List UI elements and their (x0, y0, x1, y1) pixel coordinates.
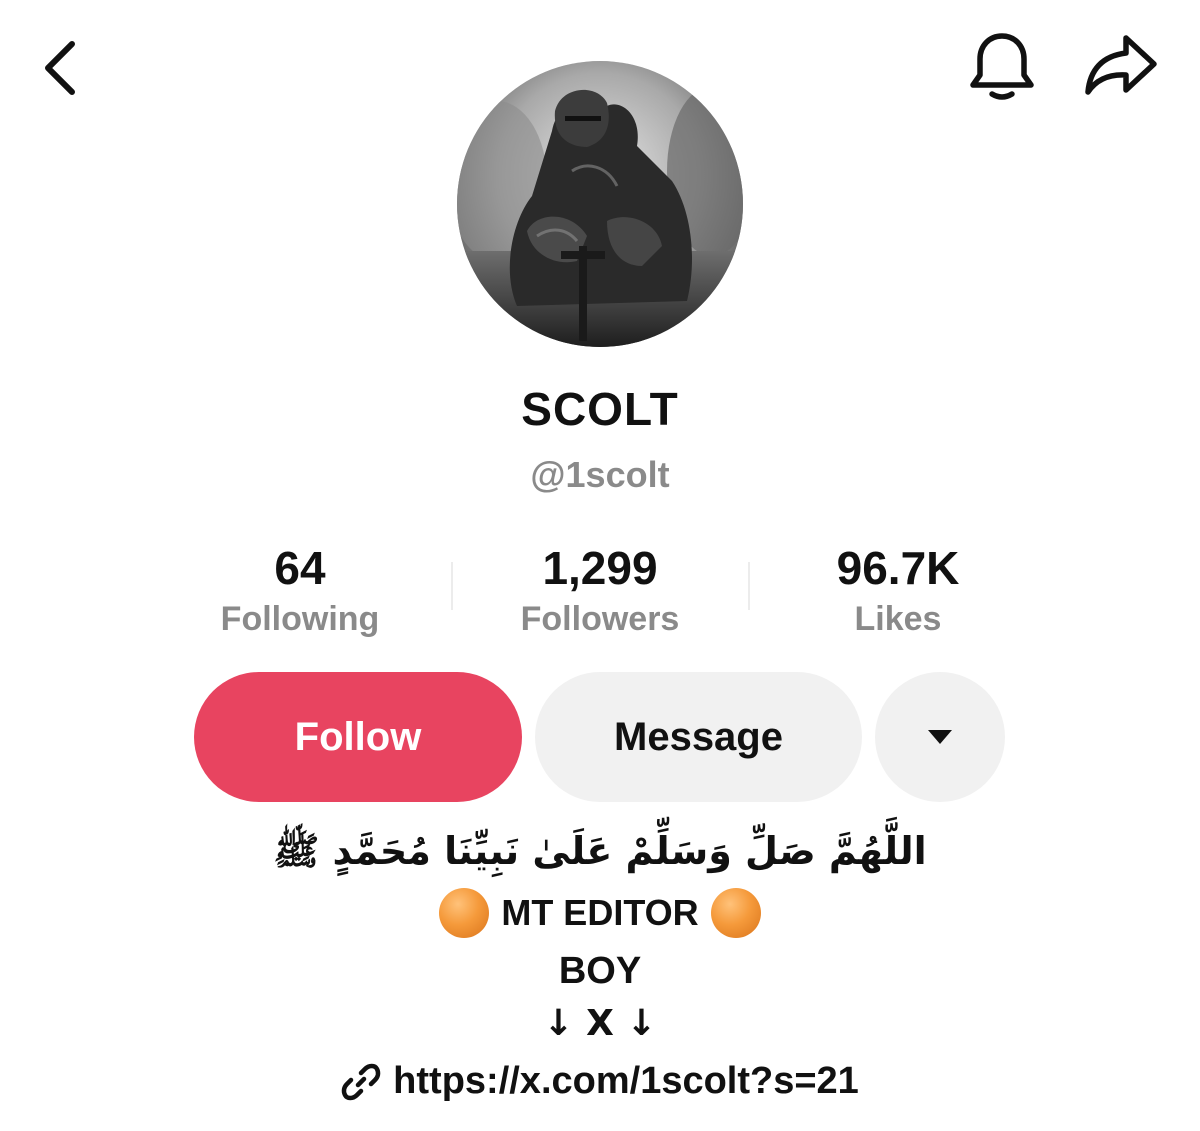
username-handle: @1scolt (530, 454, 670, 495)
bio-link-text[interactable]: https://x.com/1scolt?s=21 (393, 1060, 859, 1103)
stat-label: Likes (854, 600, 942, 638)
stat-value: 64 (274, 542, 326, 594)
caret-down-icon (928, 730, 952, 744)
bio-editor-line: MT EDITOR (0, 888, 1200, 938)
display-name: SCOLT (521, 383, 679, 435)
bell-icon (970, 33, 1034, 100)
message-button[interactable]: Message (535, 672, 862, 802)
stat-value: 96.7K (836, 542, 960, 594)
stat-likes[interactable]: 96.7K Likes (748, 540, 1048, 640)
bio-editor-text: MT EDITOR (501, 892, 699, 933)
avatar[interactable] (457, 61, 743, 347)
orange-circle-icon (439, 888, 490, 938)
bio-arabic-line: اللَّهُمَّ صَلِّ وَسَلِّمْ عَلَىٰ نَبِيِ… (273, 829, 927, 873)
stat-following[interactable]: 64 Following (150, 540, 450, 640)
knight-avatar-image (457, 61, 743, 347)
notifications-button[interactable] (962, 28, 1042, 104)
share-arrow-icon (1085, 35, 1157, 95)
share-button[interactable] (1078, 28, 1168, 104)
orange-circle-icon (710, 888, 761, 938)
stat-followers[interactable]: 1,299 Followers (450, 540, 750, 640)
back-button[interactable] (30, 30, 90, 102)
stat-value: 1,299 (542, 542, 658, 594)
more-options-button[interactable] (875, 672, 1005, 802)
follow-button[interactable]: Follow (194, 672, 522, 802)
bio-boy-line: BOY (558, 950, 642, 992)
link-icon (341, 1063, 381, 1100)
bio-link[interactable]: https://x.com/1scolt?s=21 (0, 1060, 1200, 1103)
stat-label: Followers (520, 600, 680, 638)
stat-label: Following (220, 600, 380, 638)
bio-arrows-line: ↓ X ↓ (543, 1003, 657, 1044)
chevron-left-icon (45, 41, 75, 95)
